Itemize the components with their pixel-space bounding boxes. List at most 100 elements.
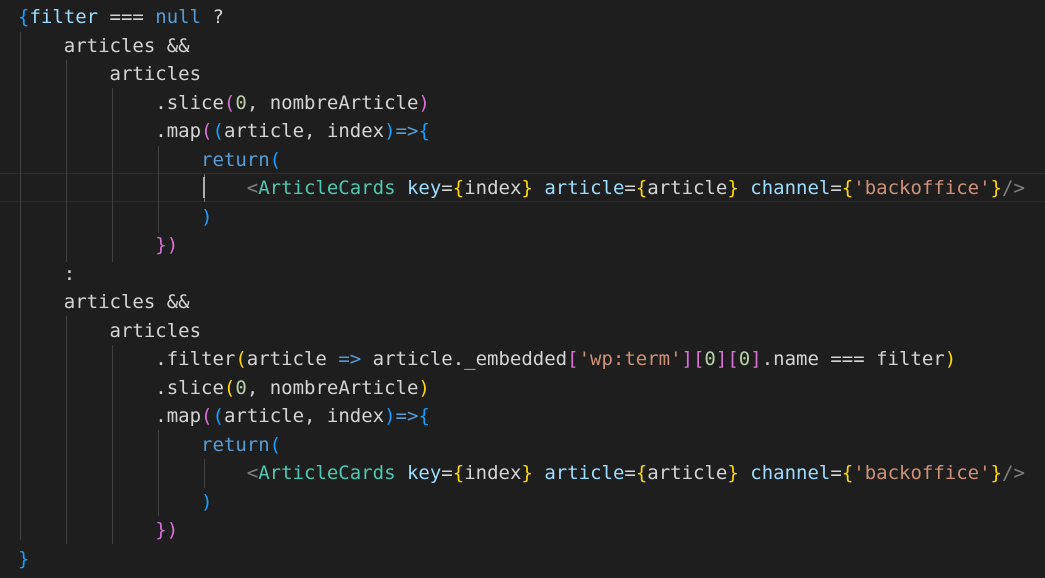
code-token: } <box>990 462 1002 484</box>
code-token: < <box>246 462 259 484</box>
code-token: { <box>452 177 465 199</box>
code-token: } <box>18 547 30 570</box>
code-token: index <box>464 177 522 199</box>
code-line[interactable]: }) <box>18 231 178 260</box>
code-token: { <box>18 6 30 28</box>
code-token: { <box>841 462 854 484</box>
code-token: } <box>727 462 739 484</box>
code-line[interactable]: articles && <box>18 32 190 61</box>
code-line[interactable]: .map((article, index)=>{ <box>18 117 430 146</box>
code-token: ( <box>269 148 282 171</box>
code-line[interactable]: ) <box>18 203 212 232</box>
code-token: } <box>521 462 533 484</box>
code-token: = <box>441 177 453 199</box>
code-token: 0 <box>235 376 247 399</box>
code-token: , nombreArticle <box>246 376 419 399</box>
code-line[interactable]: {filter === null ? <box>18 3 224 32</box>
code-line[interactable]: return( <box>18 431 281 460</box>
code-token: .slice <box>18 376 224 399</box>
code-token: ) <box>384 120 396 142</box>
code-line[interactable]: articles <box>18 60 202 89</box>
code-token: null <box>155 6 202 28</box>
code-token: articles && <box>18 291 190 313</box>
code-line[interactable]: .map((article, index)=>{ <box>18 402 430 431</box>
code-token: = <box>624 462 636 484</box>
code-token: .filter <box>18 348 236 370</box>
code-token: articles && <box>18 34 190 57</box>
code-token: channel <box>750 462 831 484</box>
code-token: === <box>98 6 156 28</box>
code-token: ( <box>212 405 224 427</box>
code-token: channel <box>750 177 831 199</box>
code-token: } <box>990 177 1002 199</box>
code-token: return <box>18 148 270 171</box>
code-line[interactable]: <ArticleCards key={index} article={artic… <box>18 459 1025 488</box>
code-token: articles <box>18 319 202 342</box>
code-token: .map <box>18 120 202 142</box>
code-token: article <box>647 177 728 199</box>
code-token: ) <box>18 490 213 513</box>
code-token: .slice <box>18 91 224 114</box>
code-token: article <box>246 348 339 370</box>
code-token: 'backoffice' <box>853 462 991 484</box>
code-line[interactable]: articles && <box>18 288 190 317</box>
code-token: ArticleCards <box>258 177 396 199</box>
code-line[interactable]: ) <box>18 488 212 517</box>
code-token: , nombreArticle <box>246 91 419 114</box>
code-token: { <box>635 462 648 484</box>
code-line[interactable]: } <box>18 545 29 574</box>
code-token: ( <box>269 433 282 456</box>
code-token: { <box>418 120 430 142</box>
text-cursor <box>203 177 205 198</box>
code-line[interactable]: <ArticleCards key={index} article={artic… <box>18 174 1025 203</box>
code-token: = <box>830 177 842 199</box>
code-token: : <box>18 262 76 285</box>
code-line[interactable]: .filter(article => article._embedded['wp… <box>18 345 956 374</box>
code-token: ) <box>18 205 213 228</box>
code-token: 'wp:term' <box>578 348 682 370</box>
code-token: article, index <box>223 405 385 427</box>
code-token: => <box>395 120 419 142</box>
code-token: }) <box>18 234 179 256</box>
code-token: { <box>418 405 430 427</box>
code-token: } <box>727 177 739 199</box>
code-token: article <box>647 462 728 484</box>
code-line[interactable]: return( <box>18 146 281 175</box>
code-token: .name === filter <box>761 348 945 370</box>
code-token: { <box>452 462 465 484</box>
code-token: { <box>841 177 854 199</box>
code-token: key <box>406 177 442 199</box>
code-token: { <box>635 177 648 199</box>
code-token: filter <box>29 6 99 28</box>
code-token: article, index <box>223 120 385 142</box>
code-token: ( <box>235 348 247 370</box>
code-token: ) <box>418 91 430 114</box>
code-token: }) <box>18 519 179 541</box>
code-line[interactable]: : <box>18 260 75 289</box>
code-token: index <box>464 462 522 484</box>
code-line[interactable]: .slice(0, nombreArticle) <box>18 374 430 403</box>
code-line[interactable]: .slice(0, nombreArticle) <box>18 89 430 118</box>
code-token: 0 <box>235 91 247 114</box>
code-token: [ <box>727 348 739 370</box>
code-token: [ <box>567 348 579 370</box>
code-token: article <box>544 462 625 484</box>
code-token: } <box>521 177 533 199</box>
code-line[interactable]: articles <box>18 317 202 346</box>
code-token: ] <box>681 348 693 370</box>
code-token: /> <box>1002 462 1025 484</box>
code-token: .map <box>18 405 202 427</box>
code-token: ) <box>944 348 957 370</box>
code-token: articles <box>18 63 202 85</box>
code-token: ] <box>715 348 728 370</box>
code-token: ( <box>223 91 236 114</box>
code-token: ArticleCards <box>258 462 396 484</box>
code-editor[interactable]: {filter === null ? articles && articles … <box>0 0 1045 578</box>
code-line[interactable]: }) <box>18 516 178 545</box>
